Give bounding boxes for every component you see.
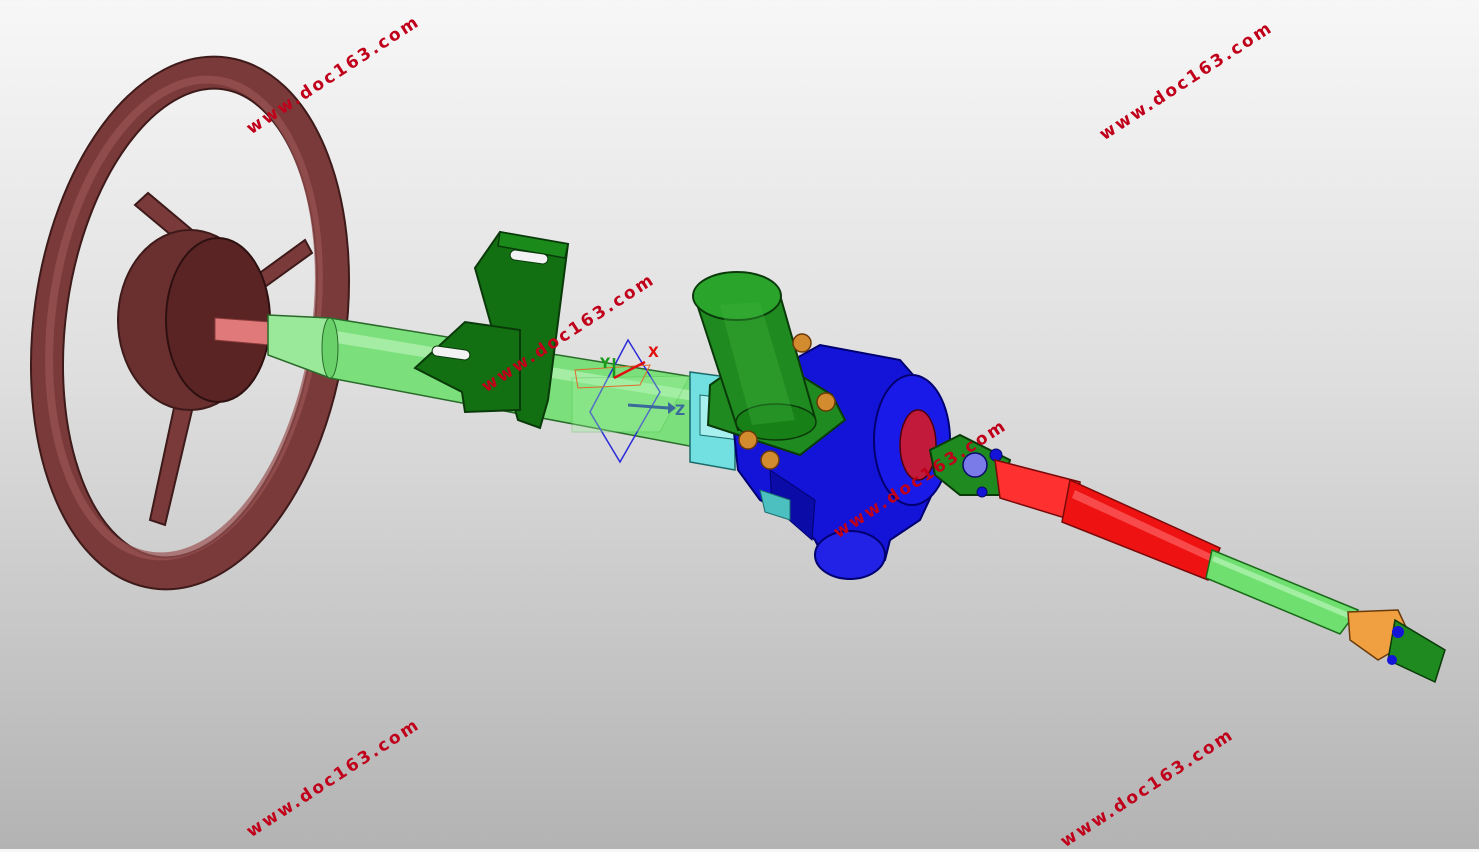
lower-universal-joint[interactable] [1347,609,1446,684]
lower-shaft[interactable] [1205,548,1360,635]
axis-x-label: X [648,345,659,361]
cad-viewport[interactable]: X Y Z www.doc163.com www.doc163.com www.… [0,0,1479,852]
coordinate-triad: X Y Z [571,338,691,464]
axis-z-label: Z [675,403,685,419]
axis-y-label: Y [599,356,611,372]
intermediate-shaft[interactable] [994,458,1221,581]
assembly-model[interactable]: X Y Z [0,0,1479,849]
